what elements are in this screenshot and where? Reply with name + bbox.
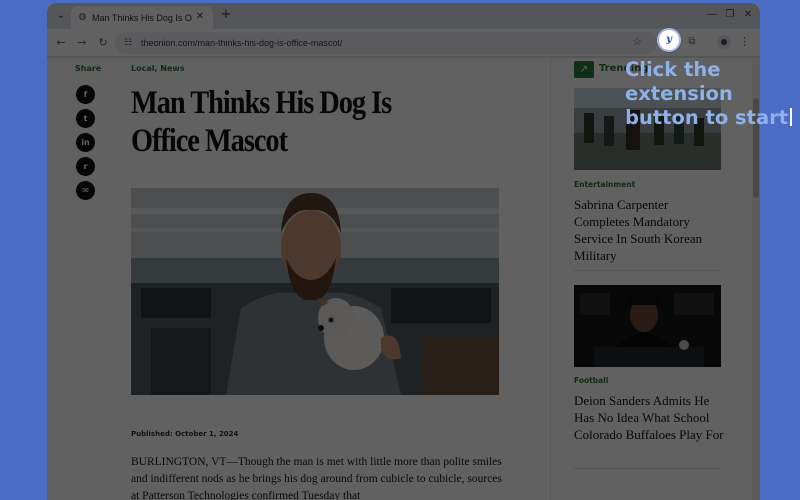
maximize-icon[interactable]: ❐ [723,8,737,22]
arrow-right-icon[interactable]: → [74,35,90,51]
card-title[interactable]: Sabrina Carpenter Completes Mandatory Se… [574,196,724,264]
email-icon: ✉ [82,186,89,195]
facebook-share-button[interactable]: f [76,85,95,104]
onboarding-hint: Click the extension button to start [625,58,795,130]
article-photo [131,188,499,395]
card-category[interactable]: Entertainment [574,180,635,189]
tab-strip: ⌄ ◍ Man Thinks His Dog Is Office ✕ + — ❐… [47,3,760,29]
article-body: BURLINGTON, VT—Though the man is met wit… [131,456,502,500]
email-share-button[interactable]: ✉ [76,181,95,200]
puzzle-icon[interactable]: ⧉ [685,35,699,49]
share-label: Share [75,64,102,73]
twitter-icon: t [83,114,88,123]
twitter-share-button[interactable]: t [76,109,95,128]
card-divider [574,270,721,271]
linkedin-share-button[interactable]: in [76,133,95,152]
facebook-icon: f [83,90,88,99]
star-icon[interactable]: ☆ [630,35,644,49]
arrow-left-icon[interactable]: ← [53,35,69,51]
card-title[interactable]: Deion Sanders Admits He Has No Idea What… [574,392,724,443]
address-bar[interactable]: ☷ theonion.com/man-thinks-his-dog-is-off… [115,32,657,54]
browser-toolbar: ← → ↻ ☷ theonion.com/man-thinks-his-dog-… [47,29,760,57]
highlighted-extension-button[interactable]: y [657,28,681,52]
trending-thumb-2[interactable] [574,285,721,367]
card-divider [574,468,721,469]
minimize-icon[interactable]: — [705,8,719,22]
reddit-share-button[interactable]: r [76,157,95,176]
linkedin-icon: in [81,138,90,147]
onion-favicon-icon: ◍ [78,12,87,22]
press-conference-image [574,285,721,367]
published-date: Published: October 1, 2024 [131,430,239,438]
tab-title: Man Thinks His Dog Is Office [92,13,192,23]
office-man-with-dog-image [131,188,499,395]
close-icon[interactable]: ✕ [194,11,206,23]
chevron-down-icon[interactable]: ⌄ [53,8,69,24]
url-text[interactable]: theonion.com/man-thinks-his-dog-is-offic… [141,36,342,50]
text-cursor [790,108,793,126]
tune-icon[interactable]: ☷ [121,36,135,50]
plus-icon[interactable]: + [219,8,233,22]
hint-text: Click the extension button to start [625,58,789,129]
reddit-icon: r [83,162,88,171]
card-category[interactable]: Football [574,376,608,385]
kebab-icon[interactable]: ⋮ [739,35,750,49]
trending-up-icon: ↗ [574,61,594,78]
article-headline: Man Thinks His Dog Is Office Mascot [131,85,392,159]
article-section[interactable]: Local, News [131,64,185,73]
window-close-icon[interactable]: ✕ [741,8,755,22]
person-icon[interactable]: ● [717,35,731,49]
reload-icon[interactable]: ↻ [95,35,111,51]
column-divider [550,58,551,500]
tab-active[interactable]: ◍ Man Thinks His Dog Is Office ✕ [71,6,213,29]
